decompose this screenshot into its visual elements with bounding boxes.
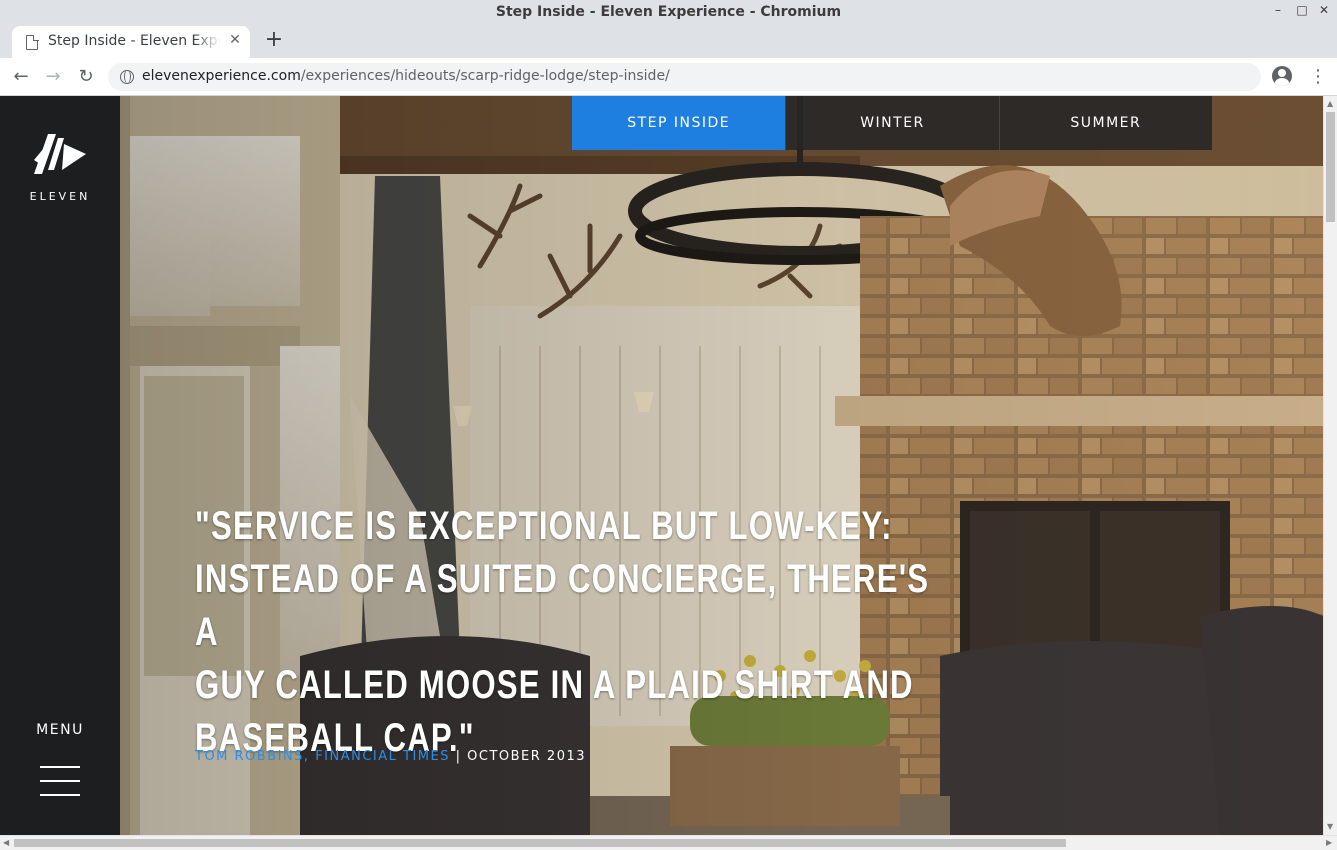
tab-summer[interactable]: SUMMER	[998, 96, 1212, 150]
window-title: Step Inside - Eleven Experience - Chromi…	[495, 4, 842, 20]
quote-author-link[interactable]: TOM ROBBINS, FINANCIAL TIMES	[195, 749, 450, 764]
tab-step-inside[interactable]: STEP INSIDE	[572, 96, 786, 150]
sidebar: ELEVEN MENU	[0, 96, 120, 835]
scroll-down-arrow-icon[interactable]: ▼	[1327, 822, 1333, 831]
back-button[interactable]: ←	[9, 65, 33, 89]
tab-close-icon[interactable]: ✕	[226, 31, 244, 49]
page-viewport: ELEVEN MENU STEP INSIDE WINTER SUMMER "S…	[0, 96, 1323, 835]
menu-kebab-icon[interactable]: ⋮	[1308, 66, 1328, 88]
citation-separator: |	[450, 749, 468, 764]
close-window-button[interactable]: ✕	[1316, 3, 1332, 17]
section-tabs: STEP INSIDE WINTER SUMMER	[572, 96, 1212, 150]
tab-winter[interactable]: WINTER	[785, 96, 999, 150]
window-titlebar: Step Inside - Eleven Experience - Chromi…	[0, 0, 1337, 24]
browser-toolbar: ← → ↻ elevenexperience.com/experiences/h…	[0, 58, 1337, 96]
quote-line: GUY CALLED MOOSE IN A PLAID SHIRT AND	[195, 663, 914, 707]
address-bar[interactable]: elevenexperience.com/experiences/hideout…	[108, 63, 1261, 91]
browser-tab[interactable]: Step Inside - Eleven Experience ✕	[12, 26, 250, 58]
maximize-button[interactable]: □	[1294, 3, 1310, 17]
press-quote: "SERVICE IS EXCEPTIONAL BUT LOW-KEY: INS…	[195, 500, 928, 765]
hero-image: STEP INSIDE WINTER SUMMER "SERVICE IS EX…	[120, 96, 1323, 835]
horizontal-scroll-thumb[interactable]	[14, 839, 1066, 847]
scroll-up-arrow-icon[interactable]: ▲	[1327, 99, 1333, 108]
logo-text[interactable]: ELEVEN	[0, 190, 120, 203]
quote-line: INSTEAD OF A SUITED CONCIERGE, THERE'S A	[195, 557, 930, 654]
quote-line: "SERVICE IS EXCEPTIONAL BUT LOW-KEY:	[195, 504, 893, 548]
tab-strip: Step Inside - Eleven Experience ✕ +	[0, 24, 1337, 58]
scroll-right-arrow-icon[interactable]: ▶	[1326, 838, 1332, 847]
url-domain: elevenexperience.com	[142, 68, 301, 84]
tab-title: Step Inside - Eleven Experience	[48, 33, 220, 49]
vertical-scrollbar[interactable]: ▲ ▼	[1323, 96, 1337, 835]
reload-button[interactable]: ↻	[74, 65, 98, 89]
globe-icon	[120, 70, 134, 84]
url-text[interactable]: elevenexperience.com/experiences/hideout…	[142, 68, 670, 84]
menu-label[interactable]: MENU	[0, 722, 120, 738]
vertical-scroll-thumb[interactable]	[1326, 112, 1335, 222]
new-tab-button[interactable]: +	[262, 29, 286, 53]
horizontal-scrollbar[interactable]: ◀ ▶	[0, 835, 1337, 850]
url-path: /experiences/hideouts/scarp-ridge-lodge/…	[300, 68, 670, 84]
quote-date: OCTOBER 2013	[467, 749, 587, 764]
eleven-logo-icon[interactable]	[34, 134, 86, 174]
account-icon[interactable]	[1272, 66, 1292, 86]
forward-button[interactable]: →	[41, 65, 65, 89]
page-icon	[26, 34, 39, 50]
quote-citation: TOM ROBBINS, FINANCIAL TIMES | OCTOBER 2…	[195, 749, 586, 764]
minimize-button[interactable]: –	[1270, 3, 1286, 17]
scroll-left-arrow-icon[interactable]: ◀	[3, 838, 9, 847]
hamburger-menu-icon[interactable]	[40, 764, 80, 798]
